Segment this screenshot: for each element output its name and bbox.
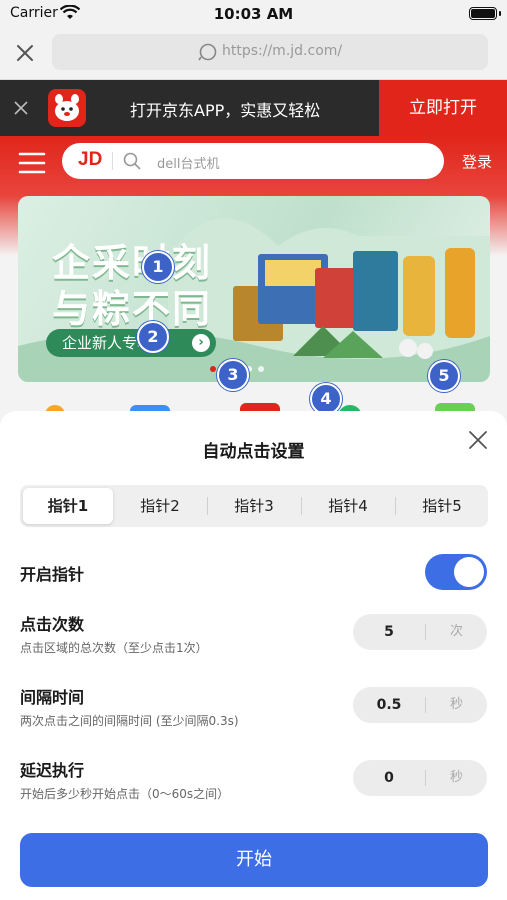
- tab-pointer-4[interactable]: 指针4: [303, 488, 393, 524]
- delay-input[interactable]: 0 秒: [353, 760, 487, 796]
- status-bar: Carrier 10:03 AM: [0, 0, 507, 28]
- promo-carousel[interactable]: 企采时刻 与粽不同 企业新人专享 ›: [18, 196, 490, 382]
- delay-label: 延迟执行: [20, 761, 85, 780]
- pointer-marker-5[interactable]: 5: [428, 360, 460, 392]
- tab-divider: [301, 497, 302, 515]
- jd-app-logo: [48, 89, 86, 127]
- pointer-tabs: 指针1 指针2 指针3 指针4 指针5: [20, 485, 488, 527]
- login-link[interactable]: 登录: [462, 151, 492, 172]
- tab-divider: [395, 497, 396, 515]
- search-placeholder: dell台式机: [157, 157, 220, 172]
- sheet-title: 自动点击设置: [202, 442, 305, 462]
- interval-input[interactable]: 0.5 秒: [353, 687, 487, 723]
- pointer-marker-2[interactable]: 2: [137, 321, 169, 353]
- jd-header: JD dell台式机 登录: [0, 136, 507, 196]
- search-input[interactable]: JD dell台式机: [62, 143, 444, 179]
- pointer-marker-3[interactable]: 3: [217, 359, 249, 391]
- banner-close-icon[interactable]: [14, 101, 28, 115]
- close-icon[interactable]: [13, 41, 37, 65]
- interval-desc: 两次点击之间的间隔时间 (至少间隔0.3s): [20, 714, 239, 728]
- tab-divider: [207, 497, 208, 515]
- tab-pointer-3[interactable]: 指针3: [209, 488, 299, 524]
- product-illustration: [233, 248, 475, 359]
- close-icon[interactable]: [467, 429, 489, 451]
- start-button[interactable]: 开始: [20, 833, 488, 887]
- divider: [112, 152, 113, 170]
- delay-desc: 开始后多少秒开始点击（0～60s之间）: [20, 787, 230, 801]
- carousel-title-line2: 与粽不同: [52, 287, 213, 331]
- battery-icon: [469, 7, 497, 20]
- chevron-right-icon: ›: [192, 334, 210, 352]
- search-icon: [198, 43, 217, 61]
- delay-value: 0: [384, 770, 394, 786]
- menu-icon[interactable]: [18, 151, 46, 175]
- auto-click-settings-sheet: 自动点击设置 指针1 指针2 指针3 指针4 指针5 开启指针 点击次数 点击区…: [0, 411, 507, 900]
- delay-unit: 秒: [449, 770, 463, 785]
- toggle-knob: [454, 557, 484, 587]
- interval-unit: 秒: [449, 697, 463, 712]
- search-icon: [123, 152, 141, 170]
- enable-pointer-label: 开启指针: [20, 565, 85, 584]
- app-download-banner: 打开京东APP，实惠又轻松 立即打开: [0, 80, 507, 136]
- enable-pointer-toggle[interactable]: [425, 554, 487, 590]
- address-bar[interactable]: https://m.jd.com/: [52, 34, 488, 70]
- interval-value: 0.5: [376, 697, 402, 713]
- click-count-unit: 次: [449, 624, 463, 639]
- battery-tip: [499, 11, 501, 16]
- click-count-desc: 点击区域的总次数（至少点击1次）: [20, 641, 208, 655]
- open-app-button[interactable]: 立即打开: [379, 80, 507, 136]
- click-count-value: 5: [384, 624, 394, 640]
- tab-pointer-2[interactable]: 指针2: [115, 488, 205, 524]
- click-count-label: 点击次数: [20, 615, 85, 634]
- clock: 10:03 AM: [213, 5, 294, 23]
- tab-pointer-1[interactable]: 指针1: [23, 488, 113, 524]
- browser-bar: https://m.jd.com/: [0, 28, 507, 80]
- promo-pill[interactable]: 企业新人专享 ›: [46, 329, 216, 357]
- url-text: https://m.jd.com/: [222, 43, 343, 59]
- carousel-dot[interactable]: [258, 366, 264, 372]
- banner-text: 打开京东APP，实惠又轻松: [130, 101, 321, 120]
- tab-pointer-5[interactable]: 指针5: [397, 488, 487, 524]
- interval-label: 间隔时间: [20, 688, 85, 707]
- carousel-dot[interactable]: [210, 366, 216, 372]
- pointer-marker-1[interactable]: 1: [142, 251, 174, 283]
- click-count-input[interactable]: 5 次: [353, 614, 487, 650]
- jd-logo: JD: [78, 149, 103, 170]
